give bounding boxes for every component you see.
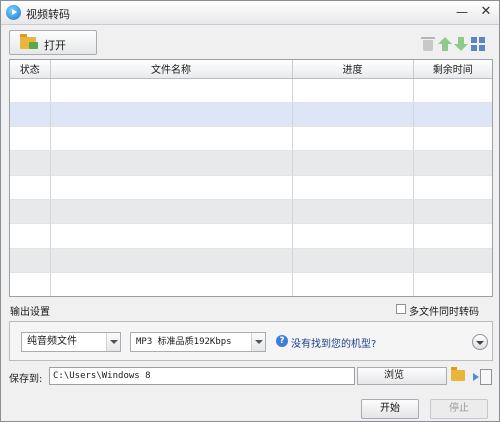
video-transcode-window: 视频转码 — ✕ 打开 状态 文件名称 进度 剩余时间 输出设置 多文件同时转码…: [0, 0, 500, 422]
cell-progress: [292, 199, 414, 225]
minimize-button[interactable]: —: [451, 3, 473, 21]
cell-remaining: [413, 199, 492, 225]
save-path-input[interactable]: C:\Users\Windows 8: [49, 367, 355, 385]
column-header-remaining[interactable]: 剩余时间: [413, 60, 492, 79]
format-type-value: 纯音频文件: [27, 336, 77, 347]
cell-progress: [292, 175, 414, 200]
browse-button[interactable]: 浏览: [357, 367, 447, 385]
move-down-icon[interactable]: [454, 37, 468, 51]
save-to-label: 保存到:: [9, 374, 43, 385]
multi-file-label[interactable]: 多文件同时转码: [409, 303, 479, 318]
cell-progress: [292, 272, 414, 296]
chevron-down-icon: [251, 333, 265, 351]
stop-button[interactable]: 停止: [430, 399, 488, 419]
cell-remaining: [413, 150, 492, 176]
cell-remaining: [413, 248, 492, 273]
open-folder-icon[interactable]: [451, 367, 465, 381]
format-type-select[interactable]: 纯音频文件: [21, 332, 121, 352]
cell-status: [10, 78, 51, 103]
cell-filename: [50, 78, 293, 103]
quality-select[interactable]: MP3 标准品质192Kbps: [130, 332, 266, 352]
cell-filename: [50, 248, 293, 273]
expand-settings-button[interactable]: [472, 334, 488, 350]
cell-status: [10, 175, 51, 200]
column-header-filename[interactable]: 文件名称: [50, 60, 293, 79]
table-row[interactable]: [10, 199, 492, 225]
chevron-down-icon: [106, 333, 120, 351]
table-row[interactable]: [10, 223, 492, 249]
cell-progress: [292, 126, 414, 152]
table-row[interactable]: [10, 150, 492, 176]
cell-remaining: [413, 126, 492, 152]
cell-progress: [292, 78, 414, 103]
table-row[interactable]: [10, 175, 492, 200]
folder-add-icon: [20, 34, 38, 49]
multi-file-checkbox[interactable]: [396, 304, 406, 314]
quality-value: MP3 标准品质192Kbps: [136, 337, 232, 347]
table-row[interactable]: [10, 248, 492, 273]
cell-filename: [50, 102, 293, 128]
cell-filename: [50, 199, 293, 225]
table-row[interactable]: [10, 272, 492, 296]
move-up-icon[interactable]: [438, 37, 452, 51]
cell-progress: [292, 150, 414, 176]
table-row[interactable]: [10, 78, 492, 103]
close-button[interactable]: ✕: [475, 3, 497, 21]
title-bar: 视频转码 — ✕: [1, 1, 499, 25]
cell-filename: [50, 150, 293, 176]
cell-progress: [292, 248, 414, 273]
device-help-link[interactable]: 没有找到您的机型?: [291, 335, 376, 350]
cell-filename: [50, 223, 293, 249]
cell-status: [10, 102, 51, 128]
cell-remaining: [413, 78, 492, 103]
help-icon[interactable]: ?: [276, 335, 288, 347]
cell-remaining: [413, 102, 492, 128]
cell-filename: [50, 272, 293, 296]
cell-filename: [50, 126, 293, 152]
cell-status: [10, 199, 51, 225]
table-header: 状态 文件名称 进度 剩余时间: [10, 60, 492, 79]
cell-remaining: [413, 175, 492, 200]
app-logo-icon: [6, 5, 21, 20]
column-header-progress[interactable]: 进度: [292, 60, 414, 79]
cell-progress: [292, 223, 414, 249]
cell-status: [10, 248, 51, 273]
file-list-table[interactable]: 状态 文件名称 进度 剩余时间: [9, 59, 493, 297]
cell-status: [10, 126, 51, 152]
cell-status: [10, 223, 51, 249]
export-icon[interactable]: [473, 368, 492, 385]
cell-remaining: [413, 223, 492, 249]
open-file-button[interactable]: 打开: [9, 30, 97, 55]
cell-filename: [50, 175, 293, 200]
column-header-status[interactable]: 状态: [10, 60, 51, 79]
grid-view-icon[interactable]: [471, 37, 485, 51]
cell-progress: [292, 102, 414, 128]
cell-status: [10, 150, 51, 176]
window-title: 视频转码: [26, 8, 70, 21]
cell-status: [10, 272, 51, 296]
start-button[interactable]: 开始: [361, 399, 419, 419]
table-row[interactable]: [10, 126, 492, 152]
output-settings-label: 输出设置: [10, 307, 50, 318]
table-row[interactable]: [10, 102, 492, 128]
output-settings-panel: 纯音频文件 MP3 标准品质192Kbps ? 没有找到您的机型?: [9, 321, 493, 361]
trash-icon[interactable]: [421, 37, 435, 51]
open-button-label: 打开: [44, 39, 66, 52]
cell-remaining: [413, 272, 492, 296]
